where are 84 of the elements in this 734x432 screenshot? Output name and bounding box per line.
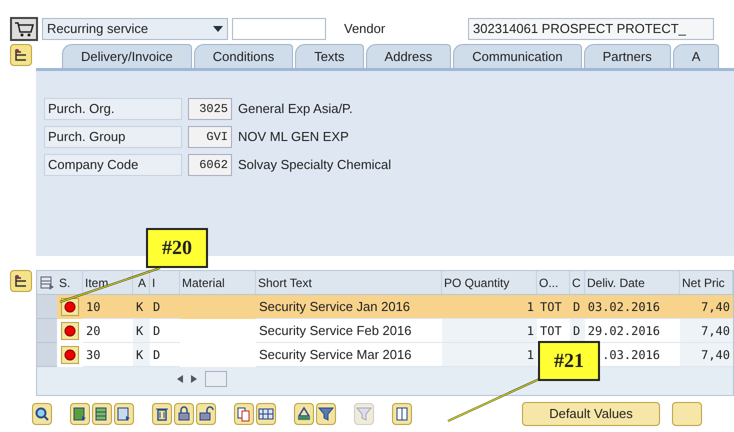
tab[interactable]: A — [672, 44, 720, 68]
expand-icon — [14, 274, 28, 288]
details-icon — [394, 406, 410, 422]
column-header[interactable]: Deliv. Date — [587, 274, 645, 292]
toolbar-button[interactable] — [392, 403, 412, 425]
expand-header-button[interactable] — [10, 44, 32, 66]
callout-label: #20 — [146, 228, 208, 268]
tab[interactable]: Partners — [584, 44, 671, 68]
unlock-icon — [198, 406, 214, 422]
vendor-label: Vendor — [344, 20, 386, 38]
code-field[interactable]: 3025 — [188, 98, 232, 120]
column-header[interactable]: Item — [85, 274, 108, 292]
table-cell: 7,40 — [680, 343, 733, 367]
status-light-button[interactable] — [61, 298, 79, 316]
table-row[interactable]: 10 K D Security Service Jan 2016 1 TOT D 03.02.2016 7,40 — [37, 295, 733, 319]
grid-icon — [258, 406, 274, 422]
status-light-button[interactable] — [61, 322, 79, 340]
column-header[interactable]: Material — [182, 274, 225, 292]
table-cell: D — [570, 319, 585, 343]
toolbar-button[interactable] — [92, 403, 112, 425]
cart-button[interactable] — [10, 17, 38, 41]
toolbar-button[interactable] — [70, 403, 90, 425]
filter-icon — [356, 406, 372, 422]
field-label: Company Code — [44, 154, 182, 176]
column-header[interactable]: C — [572, 274, 581, 292]
dropdown-caret-icon — [213, 26, 223, 32]
toolbar-button[interactable] — [114, 403, 134, 425]
column-header[interactable]: PO Quantity — [444, 274, 510, 292]
tab[interactable]: Communication — [453, 44, 582, 68]
table-cell: K — [133, 343, 150, 367]
document-number-field[interactable] — [232, 18, 326, 40]
copy-icon — [236, 406, 252, 422]
toolbar-button[interactable] — [316, 403, 336, 425]
sort-icon — [296, 406, 312, 422]
scroll-right-icon[interactable] — [191, 375, 197, 383]
toolbar-button[interactable] — [234, 403, 254, 425]
field-description: General Exp Asia/P. — [238, 100, 353, 118]
toolbar-button[interactable] — [256, 403, 276, 425]
field-description: NOV ML GEN EXP — [238, 128, 349, 146]
column-header[interactable]: Net Pric — [682, 274, 725, 292]
filter-icon — [318, 406, 334, 422]
status-light-icon — [64, 301, 76, 313]
code-field[interactable]: 6062 — [188, 154, 232, 176]
status-light-button[interactable] — [61, 346, 79, 364]
tab[interactable]: Delivery/Invoice — [62, 44, 192, 68]
scroll-left-icon[interactable] — [177, 375, 183, 383]
column-header[interactable]: S. — [57, 274, 72, 292]
callout-label: #21 — [538, 341, 600, 381]
toolbar-button[interactable] — [294, 403, 314, 425]
find-icon — [34, 406, 50, 422]
field-description: Solvay Specialty Chemical — [238, 156, 392, 174]
lock-icon — [176, 406, 192, 422]
table-settings-icon[interactable] — [40, 276, 54, 290]
field-label: Purch. Group — [44, 126, 182, 148]
toolbar-button[interactable] — [32, 403, 52, 425]
vendor-field[interactable]: 302314061 PROSPECT PROTECT_ — [468, 18, 714, 40]
scroll-thumb[interactable] — [205, 371, 227, 387]
toolbar-button[interactable] — [152, 403, 172, 425]
column-header[interactable]: O... — [539, 274, 558, 292]
column-header[interactable]: A — [138, 274, 146, 292]
tab[interactable]: Texts — [295, 44, 364, 68]
document-type-dropdown[interactable]: Recurring service — [42, 18, 228, 40]
column-header[interactable]: Short Text — [258, 274, 312, 292]
status-light-icon — [64, 325, 76, 337]
default-values-button[interactable]: Default Values — [522, 402, 660, 426]
cart-icon — [14, 21, 34, 37]
table-cell: 1 — [442, 319, 537, 343]
table-cell: 1 — [442, 343, 537, 367]
expand-table-button[interactable] — [10, 270, 32, 292]
expand-icon — [14, 48, 28, 62]
table-row[interactable]: 20 K D Security Service Feb 2016 1 TOT D 29.02.2016 7,40 — [37, 319, 733, 343]
tab[interactable]: Conditions — [194, 44, 294, 68]
status-light-icon — [64, 349, 76, 361]
delete-icon — [154, 406, 170, 422]
toolbar-button[interactable] — [174, 403, 194, 425]
toolbar-button[interactable] — [196, 403, 216, 425]
field-label: Purch. Org. — [44, 98, 182, 120]
table-cell: K — [133, 319, 150, 343]
tab[interactable]: Address — [366, 44, 452, 68]
column-header[interactable]: I — [152, 274, 156, 292]
table-cell: 7,40 — [680, 319, 733, 343]
insert-icon — [72, 406, 88, 422]
code-field[interactable]: GVI — [188, 126, 232, 148]
append-icon — [116, 406, 132, 422]
